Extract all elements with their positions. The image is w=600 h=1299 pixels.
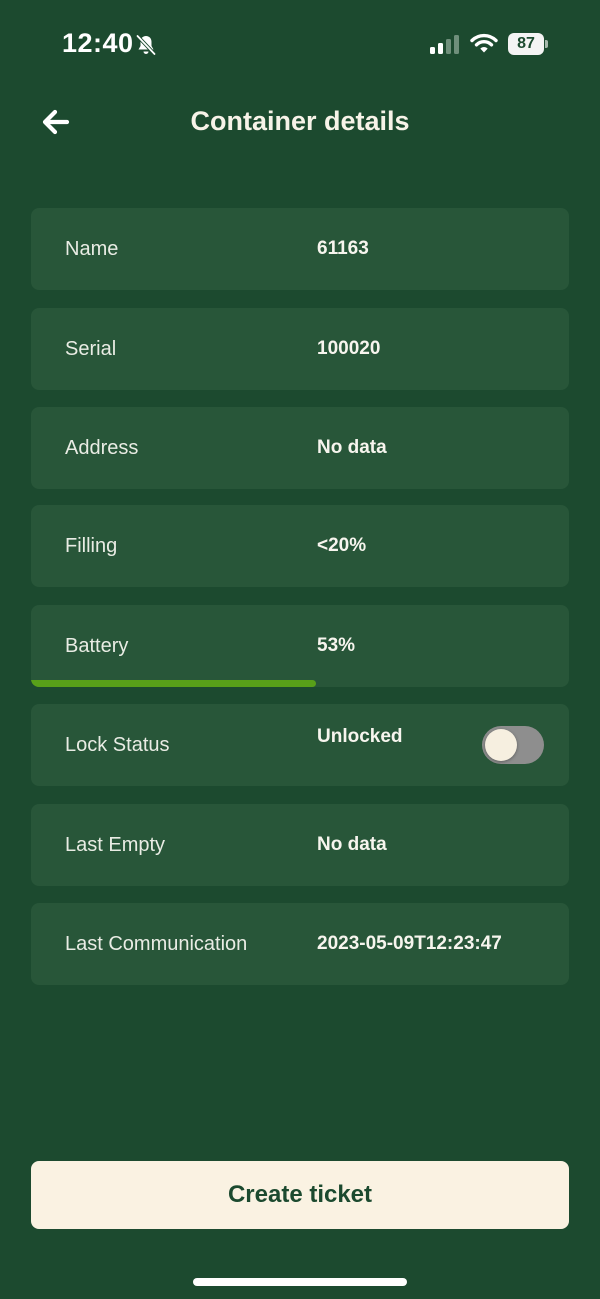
address-label: Address bbox=[65, 437, 139, 459]
name-label: Name bbox=[65, 238, 119, 260]
last-empty-row: Last Empty No data bbox=[31, 804, 569, 886]
last-communication-row: Last Communication 2023-05-09T12:23:47 bbox=[31, 903, 569, 985]
serial-value: 100020 bbox=[317, 338, 381, 359]
battery-progress-bar bbox=[31, 680, 317, 687]
battery-icon: 87 bbox=[508, 33, 548, 55]
battery-nub bbox=[545, 40, 548, 48]
battery-label: Battery bbox=[65, 635, 129, 657]
lock-status-row: Lock Status Unlocked bbox=[31, 704, 569, 786]
name-row: Name 61163 bbox=[31, 208, 569, 290]
last-empty-label: Last Empty bbox=[65, 834, 166, 856]
status-time: 12:40 bbox=[62, 28, 134, 58]
filling-label: Filling bbox=[65, 535, 118, 557]
battery-row: Battery 53% bbox=[31, 605, 569, 687]
address-row: Address No data bbox=[31, 407, 569, 489]
bell-slash-icon bbox=[135, 34, 157, 56]
last-communication-value: 2023-05-09T12:23:47 bbox=[317, 933, 502, 954]
page-title: Container details bbox=[190, 106, 410, 136]
lock-toggle[interactable] bbox=[482, 726, 544, 764]
filling-row: Filling <20% bbox=[31, 505, 569, 587]
last-empty-value: No data bbox=[317, 834, 387, 855]
wifi-icon bbox=[470, 33, 498, 53]
home-indicator[interactable] bbox=[193, 1278, 407, 1286]
serial-row: Serial 100020 bbox=[31, 308, 569, 390]
serial-label: Serial bbox=[65, 338, 117, 360]
create-ticket-button[interactable]: Create ticket bbox=[31, 1161, 569, 1229]
battery-percent: 87 bbox=[508, 33, 544, 55]
filling-value: <20% bbox=[317, 535, 367, 556]
address-value: No data bbox=[317, 437, 387, 458]
signal-icon bbox=[430, 35, 459, 54]
container-details-screen: 12:40 87 Container details Name 61163 Se… bbox=[0, 0, 600, 1299]
last-communication-label: Last Communication bbox=[65, 933, 248, 955]
status-bar: 12:40 87 bbox=[0, 0, 600, 90]
name-value: 61163 bbox=[317, 238, 369, 259]
lock-toggle-knob bbox=[485, 729, 517, 761]
lock-status-value: Unlocked bbox=[317, 726, 403, 747]
lock-status-label: Lock Status bbox=[65, 734, 170, 756]
battery-value: 53% bbox=[317, 635, 356, 656]
